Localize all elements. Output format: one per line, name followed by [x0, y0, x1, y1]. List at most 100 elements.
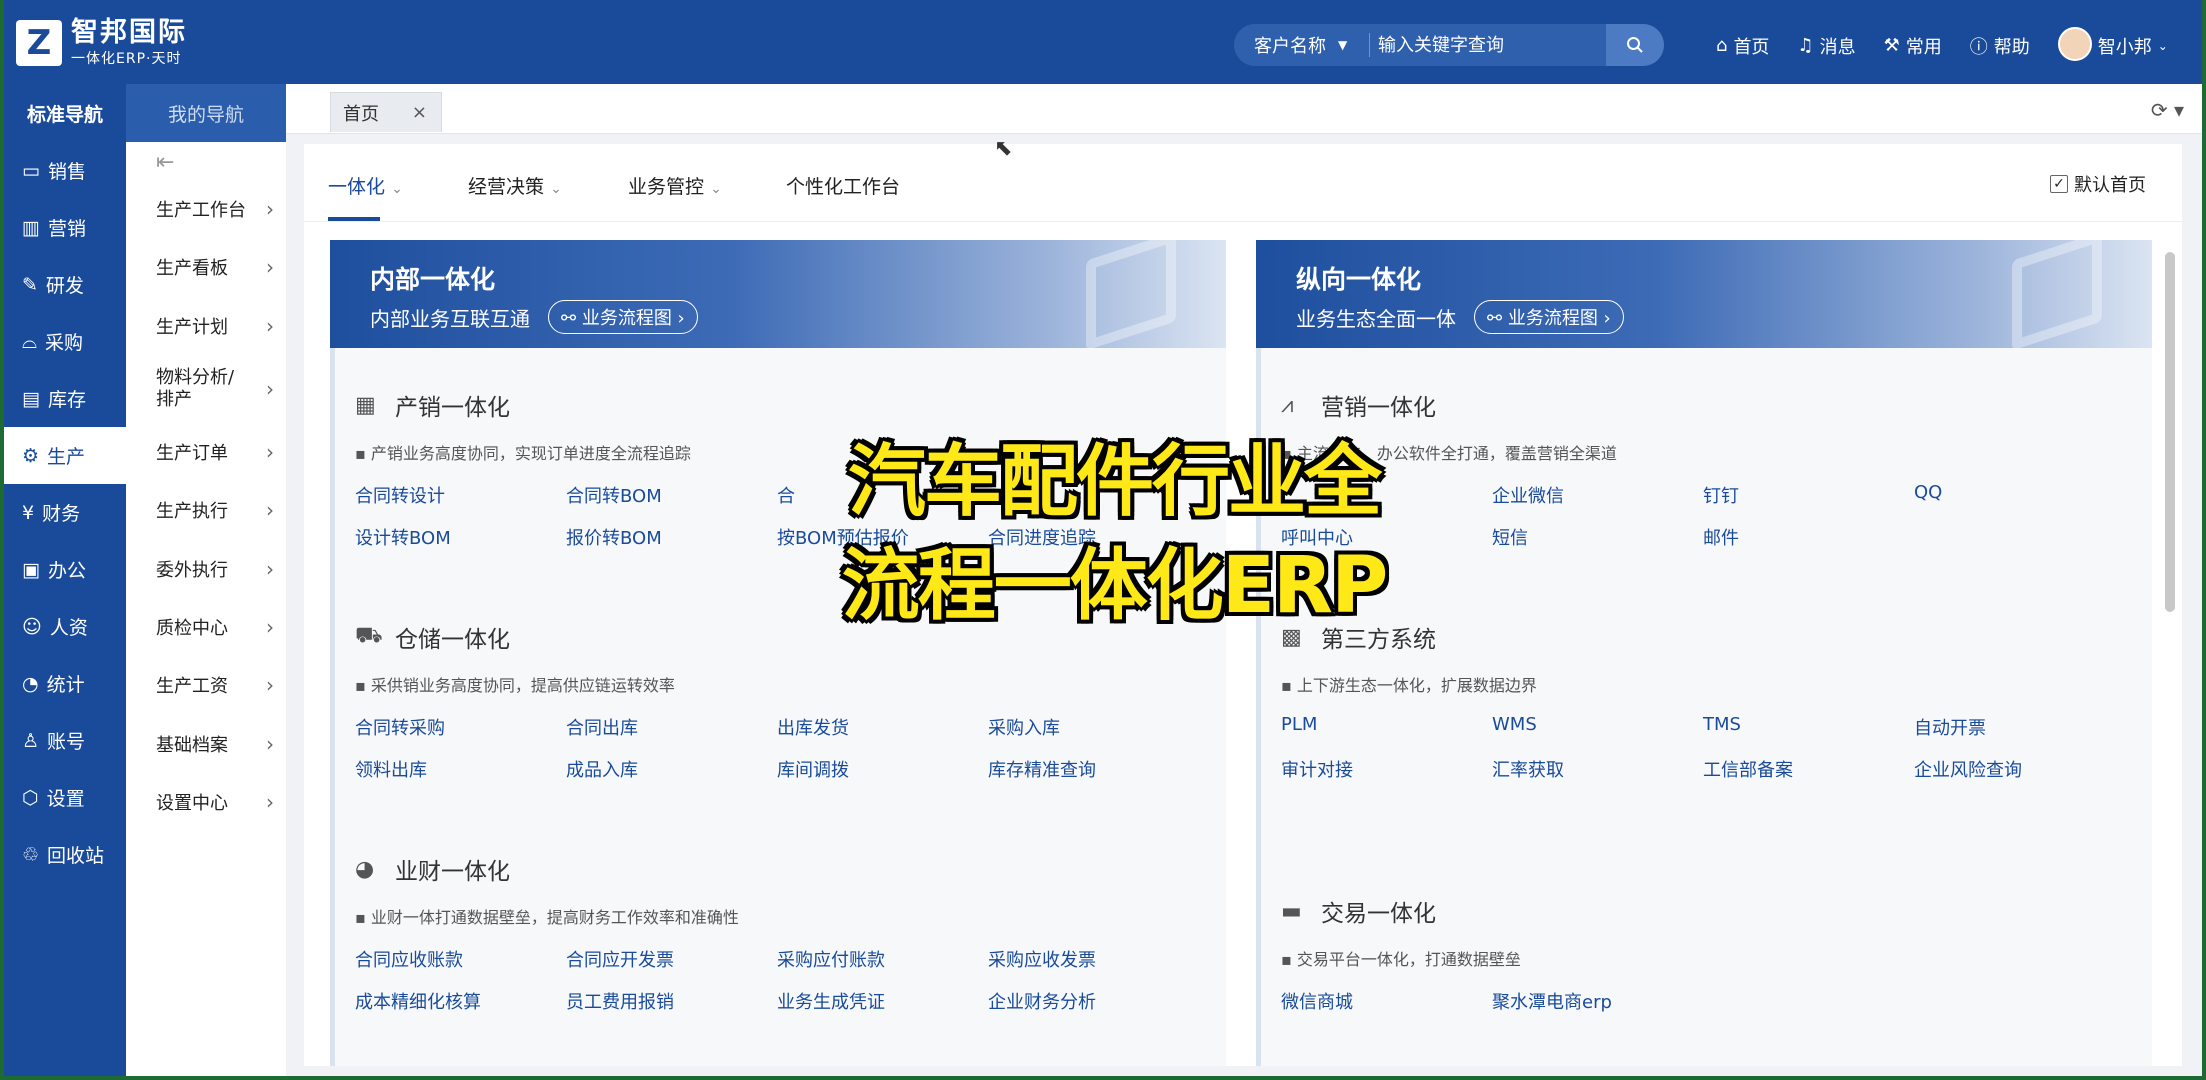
sidebar-item-office[interactable]: ▣ 办公 — [4, 541, 126, 598]
link[interactable] — [1914, 988, 2125, 1014]
subnav-item[interactable]: 物料分析/排产 › — [126, 355, 286, 423]
refresh-icon[interactable]: ⟳ ▾ — [2151, 98, 2184, 122]
flow-chart-label: 业务流程图 — [581, 308, 672, 329]
production-icon: ⚙ — [22, 444, 40, 467]
link[interactable]: 成品入库 — [566, 756, 777, 782]
header-messages[interactable]: ♫ 消息 — [1797, 33, 1855, 59]
link[interactable]: 聚水潭电商erp — [1492, 988, 1703, 1014]
link[interactable]: 自动开票 — [1914, 714, 2125, 740]
sidebar-item-inventory[interactable]: ▤ 库存 — [4, 370, 126, 427]
link[interactable]: 工信部备案 — [1703, 756, 1914, 782]
sidebar-item-finance[interactable]: ¥ 财务 — [4, 484, 126, 541]
bell-icon: ♫ — [1797, 35, 1814, 56]
subtab-control[interactable]: 业务管控 ⌄ — [628, 172, 722, 199]
link[interactable]: 企业财务分析 — [988, 988, 1199, 1014]
chevron-right-icon: › — [266, 440, 274, 465]
search-input[interactable] — [1370, 24, 1606, 66]
link[interactable]: 员工费用报销 — [566, 988, 777, 1014]
link[interactable]: TMS — [1703, 714, 1914, 740]
link[interactable]: 邮件 — [1703, 524, 1914, 550]
subnav-item[interactable]: 生产订单 › — [126, 423, 286, 481]
sidebar-item-rnd[interactable]: ✎ 研发 — [4, 256, 126, 313]
link[interactable]: QQ — [1914, 482, 2125, 508]
link[interactable]: 合同应开发票 — [566, 946, 777, 972]
logo[interactable]: Z 智邦国际 一体化ERP·天时 — [16, 18, 187, 68]
subtab-workbench[interactable]: 个性化工作台 — [786, 172, 900, 199]
sidebar-item-marketing[interactable]: ▥ 营销 — [4, 199, 126, 256]
section-third-party: ▩ 第三方系统 ▪ 上下游生态一体化，扩展数据边界 PLM WMS TMS 自动开票 审… — [1281, 620, 2125, 782]
link[interactable]: 钉钉 — [1703, 482, 1914, 508]
subtab-decision[interactable]: 经营决策 ⌄ — [468, 172, 562, 199]
tab-standard-nav[interactable]: 标准导航 — [4, 84, 126, 142]
link[interactable]: 采购应收发票 — [988, 946, 1199, 972]
subnav-item[interactable]: 生产计划 › — [126, 297, 286, 355]
link[interactable] — [1914, 524, 2125, 550]
link[interactable]: 采购入库 — [988, 714, 1199, 740]
subnav-item[interactable]: 生产工作台 › — [126, 180, 286, 238]
link[interactable] — [1703, 988, 1914, 1014]
subnav-item[interactable]: 生产工资 › — [126, 656, 286, 714]
trash-icon: ♲ — [22, 843, 40, 866]
link[interactable]: 微信商城 — [1281, 988, 1492, 1014]
user-menu[interactable]: 智小邦 ⌄ — [2057, 27, 2168, 61]
default-home-checkbox[interactable]: ✓ 默认首页 — [2050, 171, 2146, 197]
link[interactable]: 合同应收账款 — [355, 946, 566, 972]
link[interactable]: 采购应付账款 — [777, 946, 988, 972]
link[interactable]: 领料出库 — [355, 756, 566, 782]
subtab-integration[interactable]: 一体化 ⌄ — [328, 172, 403, 199]
scrollbar[interactable] — [2164, 232, 2176, 1066]
link[interactable]: PLM — [1281, 714, 1492, 740]
link[interactable]: 企业风险查询 — [1914, 756, 2125, 782]
link[interactable]: 合同转采购 — [355, 714, 566, 740]
link[interactable]: 审计对接 — [1281, 756, 1492, 782]
link[interactable]: WMS — [1492, 714, 1703, 740]
link[interactable]: 合同出库 — [566, 714, 777, 740]
search-button[interactable] — [1606, 24, 1664, 66]
scrollbar-thumb[interactable] — [2165, 252, 2175, 612]
sidebar-item-hr[interactable]: ☺ 人资 — [4, 598, 126, 655]
header-home[interactable]: ⌂ 首页 — [1716, 33, 1769, 59]
link[interactable]: 出库发货 — [777, 714, 988, 740]
flow-chart-button[interactable]: ⚯ 业务流程图 › — [548, 300, 698, 334]
link[interactable]: 合同转BOM — [566, 482, 777, 508]
subnav-item[interactable]: 生产执行 › — [126, 481, 286, 539]
subnav-item[interactable]: 质检中心 › — [126, 598, 286, 656]
sidebar-item-recycle-bin[interactable]: ♲ 回收站 — [4, 826, 126, 883]
close-icon[interactable]: × — [412, 102, 427, 123]
subnav-item[interactable]: 基础档案 › — [126, 714, 286, 772]
chevron-right-icon: › — [266, 376, 274, 401]
sidebar-item-purchase[interactable]: ⌓ 采购 — [4, 313, 126, 370]
tab-my-nav[interactable]: 我的导航 — [126, 84, 286, 142]
subnav-label: 物料分析/排产 — [156, 366, 235, 410]
subnav-item[interactable]: 委外执行 › — [126, 539, 286, 597]
chevron-right-icon: › — [266, 556, 274, 581]
sidebar-item-production[interactable]: ⚙ 生产 — [4, 427, 126, 484]
sidebar-item-settings[interactable]: ⬡ 设置 — [4, 769, 126, 826]
link[interactable]: 业务生成凭证 — [777, 988, 988, 1014]
flask-icon: ✎ — [22, 273, 38, 296]
sidebar-item-account[interactable]: ♙ 账号 — [4, 712, 126, 769]
sidebar-item-label: 采购 — [45, 332, 84, 354]
link[interactable]: 设计转BOM — [355, 524, 566, 550]
header-help[interactable]: ⓘ 帮助 — [1970, 33, 2030, 59]
default-home-label: 默认首页 — [2074, 175, 2146, 196]
header-favorites[interactable]: ⚒ 常用 — [1884, 33, 1942, 59]
flow-chart-button[interactable]: ⚯ 业务流程图 › — [1474, 300, 1624, 334]
search-category-select[interactable]: 客户名称 ▼ — [1234, 33, 1370, 57]
subnav-item[interactable]: 设置中心 › — [126, 773, 286, 831]
link[interactable]: 库存精准查询 — [988, 756, 1199, 782]
link[interactable]: 短信 — [1492, 524, 1703, 550]
link[interactable]: 报价转BOM — [566, 524, 777, 550]
subnav-item[interactable]: 生产看板 › — [126, 238, 286, 296]
header-nav: ⌂ 首页 ♫ 消息 ⚒ 常用 ⓘ 帮助 智小邦 ⌄ — [1716, 27, 2168, 61]
link[interactable]: 汇率获取 — [1492, 756, 1703, 782]
link[interactable]: 库间调拨 — [777, 756, 988, 782]
sidebar-item-statistics[interactable]: ◔ 统计 — [4, 655, 126, 712]
link[interactable]: 合同转设计 — [355, 482, 566, 508]
link[interactable]: 企业微信 — [1492, 482, 1703, 508]
collapse-icon[interactable]: ⇤ — [126, 150, 286, 180]
sidebar-item-label: 销售 — [47, 161, 86, 183]
tab-home[interactable]: 首页 × — [330, 92, 442, 132]
link[interactable]: 成本精细化核算 — [355, 988, 566, 1014]
sidebar-item-sales[interactable]: ▭ 销售 — [4, 142, 126, 199]
